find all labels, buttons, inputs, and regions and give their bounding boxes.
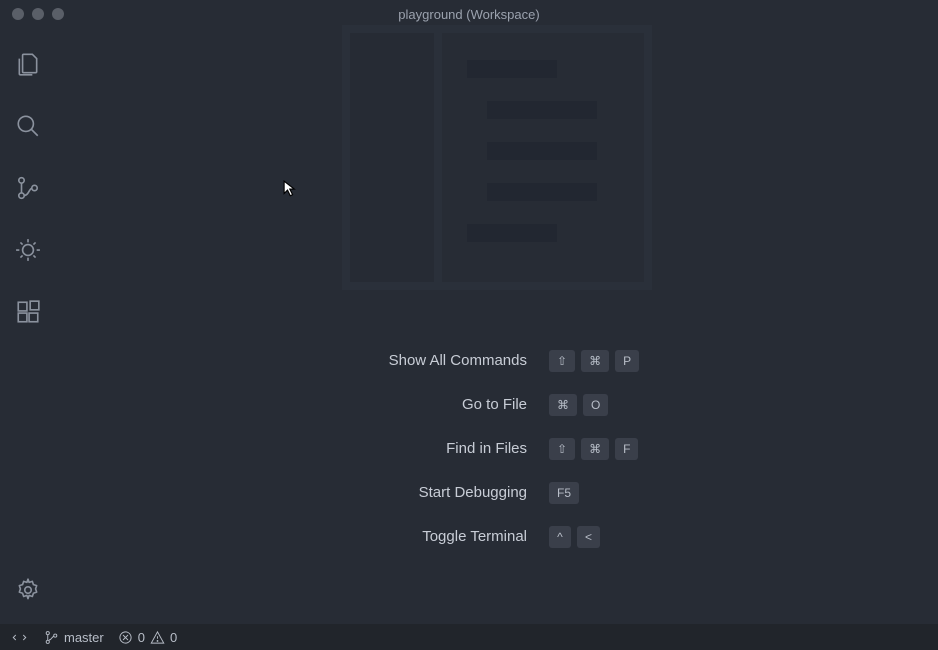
editor-welcome-area: Show All Commands ⇧ ⌘ P Go to File ⌘ O F…: [56, 28, 938, 624]
key: ⇧: [549, 350, 575, 372]
key: ⌘: [581, 438, 609, 460]
welcome-document-graphic: [342, 25, 652, 290]
close-window-button[interactable]: [12, 8, 24, 20]
settings-gear-icon[interactable]: [4, 566, 52, 614]
shortcut-keys: ⇧ ⌘ F: [549, 438, 638, 460]
shortcut-label: Show All Commands: [247, 352, 527, 369]
maximize-window-button[interactable]: [52, 8, 64, 20]
shortcut-label: Find in Files: [247, 440, 527, 457]
shortcut-keys: ^ <: [549, 526, 600, 548]
key: ⌘: [549, 394, 577, 416]
activity-bar: [0, 28, 56, 624]
warning-count: 0: [170, 630, 177, 645]
git-branch-name: master: [64, 630, 104, 645]
keyboard-shortcuts-list: Show All Commands ⇧ ⌘ P Go to File ⌘ O F…: [247, 350, 747, 548]
key: P: [615, 350, 639, 372]
shortcut-keys: F5: [549, 482, 579, 504]
shortcut-find-in-files: Find in Files ⇧ ⌘ F: [247, 438, 747, 460]
error-count: 0: [138, 630, 145, 645]
shortcut-keys: ⌘ O: [549, 394, 608, 416]
problems-status[interactable]: 0 0: [118, 630, 177, 645]
files-icon[interactable]: [4, 40, 52, 88]
source-control-icon[interactable]: [4, 164, 52, 212]
key: O: [583, 394, 608, 416]
shortcut-go-to-file: Go to File ⌘ O: [247, 394, 747, 416]
git-branch-status[interactable]: master: [44, 630, 104, 645]
shortcut-label: Go to File: [247, 396, 527, 413]
key: ⇧: [549, 438, 575, 460]
remote-indicator[interactable]: [8, 626, 30, 648]
key: ^: [549, 526, 571, 548]
shortcut-start-debugging: Start Debugging F5: [247, 482, 747, 504]
shortcut-label: Toggle Terminal: [247, 528, 527, 545]
shortcut-toggle-terminal: Toggle Terminal ^ <: [247, 526, 747, 548]
key: <: [577, 526, 600, 548]
shortcut-label: Start Debugging: [247, 484, 527, 501]
search-icon[interactable]: [4, 102, 52, 150]
debug-icon[interactable]: [4, 226, 52, 274]
shortcut-show-all-commands: Show All Commands ⇧ ⌘ P: [247, 350, 747, 372]
status-bar: master 0 0: [0, 624, 938, 650]
extensions-icon[interactable]: [4, 288, 52, 336]
window-title: playground (Workspace): [398, 7, 539, 22]
minimize-window-button[interactable]: [32, 8, 44, 20]
shortcut-keys: ⇧ ⌘ P: [549, 350, 639, 372]
key: ⌘: [581, 350, 609, 372]
key: F: [615, 438, 638, 460]
traffic-lights: [0, 8, 64, 20]
key: F5: [549, 482, 579, 504]
